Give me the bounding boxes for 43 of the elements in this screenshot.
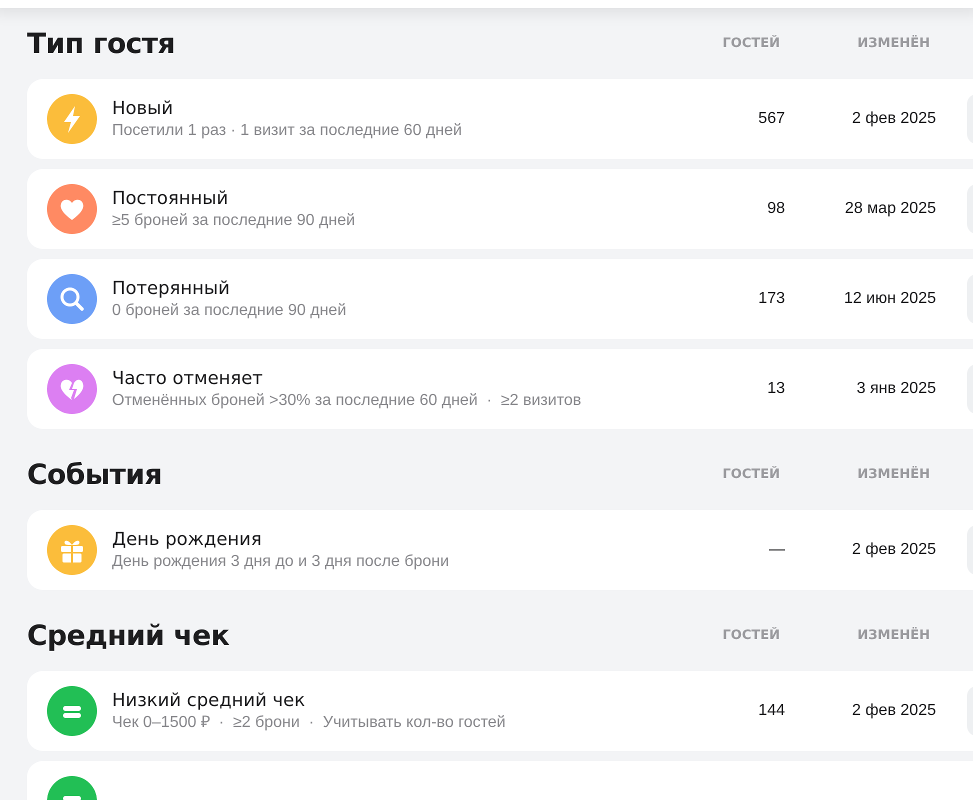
changed-date: 2 фев 2025 <box>852 110 936 127</box>
segment-card[interactable]: Постоянный ≥5 броней за последние 90 дней 98 28 мар 2025 <box>27 169 973 249</box>
section-title: Средний чек <box>27 619 230 652</box>
bolt-icon <box>47 94 97 144</box>
segment-description: Посетили 1 раз · 1 визит за последние 60 дней <box>112 121 463 141</box>
column-header: ИЗМЕНЁН <box>856 628 930 643</box>
segment-card[interactable]: Низкий средний чек Чек 0–1500 ₽ · ≥2 брони · Учитывать кол-во гостей 144 2 фев 2025 <box>27 671 973 751</box>
segment-card[interactable]: Потерянный 0 броней за последние 90 дней 173 12 июн 2025 <box>27 259 973 339</box>
guest-count: 567 <box>758 110 785 127</box>
column-header: ГОСТЕЙ <box>721 467 780 482</box>
segment-card[interactable]: День рождения День рождения 3 дня до и 3 дня после брони — 2 фев 2025 <box>27 510 973 590</box>
segment-name: Низкий средний чек <box>112 689 306 713</box>
changed-date: 28 мар 2025 <box>844 200 936 217</box>
section-title: Тип гостя <box>27 27 176 60</box>
segment-description: Чек 0–1500 ₽ · ≥2 брони · Учитывать кол-во гостей <box>112 713 507 733</box>
segment-card[interactable]: Новый Посетили 1 раз · 1 визит за последние 60 дней 567 2 фев 2025 <box>27 79 973 159</box>
segment-card[interactable]: Часто отменяет Отменённых броней >30% за последние 60 дней · ≥2 визитов 13 3 янв 2025 <box>27 349 973 429</box>
column-header: ГОСТЕЙ <box>721 36 780 51</box>
segment-name: Новый <box>112 97 174 121</box>
coins-icon <box>47 686 97 736</box>
segment-name: Потерянный <box>112 277 231 301</box>
segment-description: Отменённых броней >30% за последние 60 дней · ≥2 визитов <box>112 391 582 411</box>
search-icon <box>47 274 97 324</box>
changed-date: 3 янв 2025 <box>856 380 936 397</box>
guest-count: 173 <box>758 290 785 307</box>
column-header: ИЗМЕНЁН <box>856 36 930 51</box>
gift-icon <box>47 525 97 575</box>
guest-count: 13 <box>767 380 785 397</box>
changed-date: 2 фев 2025 <box>852 541 936 558</box>
segment-name: День рождения <box>112 528 263 552</box>
segment-name: Постоянный <box>112 187 230 211</box>
changed-date: 12 июн 2025 <box>844 290 936 307</box>
segment-description: 0 броней за последние 90 дней <box>112 301 348 321</box>
segment-name: Часто отменяет <box>112 367 264 391</box>
section-title: События <box>27 458 163 491</box>
changed-date: 2 фев 2025 <box>852 702 936 719</box>
segment-description: ≥5 броней за последние 90 дней <box>112 211 356 231</box>
guest-count: — <box>769 541 785 558</box>
column-header: ИЗМЕНЁН <box>856 467 930 482</box>
column-header: ГОСТЕЙ <box>721 628 780 643</box>
segment-description: День рождения 3 дня до и 3 дня после брони <box>112 552 450 572</box>
guest-count: 144 <box>758 702 785 719</box>
guest-count: 98 <box>767 200 785 217</box>
